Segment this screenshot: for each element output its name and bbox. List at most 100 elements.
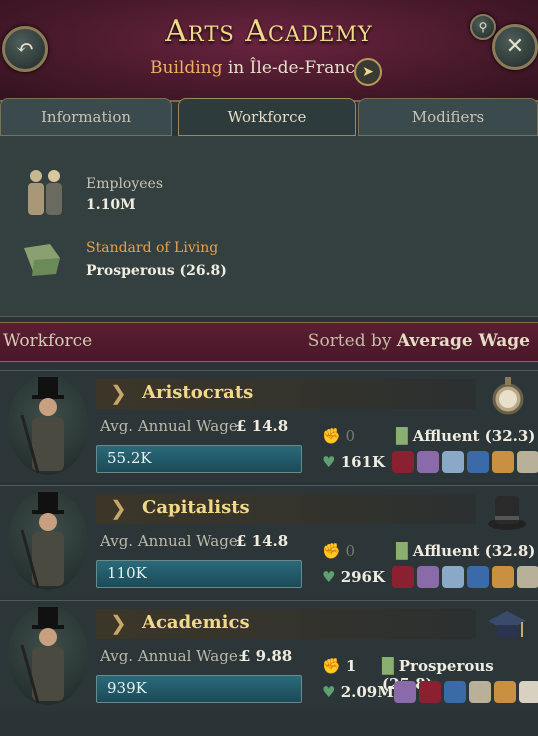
location-link[interactable]: Île-de-France	[250, 58, 365, 78]
pound-icon: £	[236, 532, 247, 550]
grocery-icon	[469, 681, 491, 703]
clothes-icon	[392, 566, 414, 588]
pop-sol-value: Affluent (32.8)	[412, 542, 536, 560]
building-type: Building	[150, 58, 223, 78]
grocery-icon	[517, 566, 538, 588]
pop-figure-icon	[20, 607, 64, 704]
academics-name-bar[interactable]: ❯ Academics	[96, 609, 476, 639]
go-to-location-button[interactable]: ➤	[354, 58, 382, 86]
tab-information[interactable]: Information	[0, 98, 172, 136]
loyalist-heart-icon: ♥	[322, 568, 336, 586]
employees-value: 1.10M	[86, 197, 136, 213]
arrow-right-icon: ➤	[362, 64, 374, 80]
loyalists-count: 296K	[340, 568, 386, 586]
pop-row-capitalists[interactable]: ❯ Capitalists Avg. Annual Wage: £ 14.8 1…	[0, 485, 538, 596]
fruit-icon	[492, 451, 514, 473]
pop-figure-icon	[20, 377, 64, 474]
loyalists: ♥ 161K	[322, 453, 385, 471]
pop-sol: █ Affluent (32.8)	[396, 542, 535, 560]
consumed-goods	[392, 451, 538, 473]
page-title: Arts Academy	[165, 14, 373, 49]
wage-value: £ 9.88	[240, 647, 293, 665]
wine-icon	[417, 566, 439, 588]
fruit-icon	[494, 681, 516, 703]
money-icon: █	[396, 427, 408, 445]
employees-icon	[28, 170, 62, 215]
tab-modifiers[interactable]: Modifiers	[358, 98, 538, 136]
radicals: ✊ 1	[322, 657, 356, 675]
pop-count: 55.2K	[107, 449, 152, 467]
clothes-icon	[392, 451, 414, 473]
wage-value: £ 14.8	[236, 417, 289, 435]
wage-label: Avg. Annual Wage:	[100, 532, 243, 550]
loyalists: ♥ 296K	[322, 568, 385, 586]
wage-label: Avg. Annual Wage:	[100, 417, 243, 435]
pop-count: 939K	[107, 679, 147, 697]
pop-count-bar: 110K	[96, 560, 302, 588]
workforce-header: Workforce Sorted by Average Wage	[0, 322, 538, 362]
tea-icon	[467, 451, 489, 473]
pop-name: Academics	[142, 612, 250, 633]
pound-icon: £	[240, 647, 251, 665]
capitalists-portrait	[8, 490, 88, 590]
clothes-icon	[419, 681, 441, 703]
consumed-goods	[394, 681, 538, 703]
chevron-right-icon: ❯	[110, 381, 127, 405]
grocery-icon	[517, 451, 538, 473]
consumed-goods	[392, 566, 538, 588]
pop-figure-icon	[20, 492, 64, 589]
pound-icon: £	[236, 417, 247, 435]
porcelain-icon	[442, 566, 464, 588]
tea-icon	[467, 566, 489, 588]
pop-count: 110K	[107, 564, 147, 582]
aristocrats-portrait	[8, 375, 88, 475]
radical-fist-icon: ✊	[322, 427, 341, 445]
fruit-icon	[492, 566, 514, 588]
top-hat-icon	[488, 496, 526, 530]
wine-icon	[417, 451, 439, 473]
employees-label: Employees	[86, 176, 164, 192]
radical-fist-icon: ✊	[322, 542, 341, 560]
standard-of-living-icon	[24, 244, 60, 276]
pop-sol: █ Affluent (32.3)	[396, 427, 535, 445]
money-icon: █	[396, 542, 408, 560]
wine-icon	[394, 681, 416, 703]
money-icon: █	[382, 657, 394, 675]
pop-name: Capitalists	[142, 497, 250, 518]
tab-workforce[interactable]: Workforce	[178, 98, 356, 136]
paper-icon	[519, 681, 538, 703]
aristocrats-name-bar[interactable]: ❯ Aristocrats	[96, 379, 476, 409]
pop-count-bar: 55.2K	[96, 445, 302, 473]
loyalists-count: 161K	[340, 453, 386, 471]
radicals-count: 1	[345, 657, 357, 675]
graduation-cap-icon	[488, 611, 526, 637]
pop-count-bar: 939K	[96, 675, 302, 703]
subtitle: Building in Île-de-France	[150, 58, 365, 78]
wage-label: Avg. Annual Wage:	[100, 647, 243, 665]
pop-name: Aristocrats	[142, 382, 254, 403]
loyalist-heart-icon: ♥	[322, 683, 336, 701]
academics-portrait	[8, 605, 88, 705]
pop-sol-value: Affluent (32.3)	[412, 427, 536, 445]
sorted-prefix: Sorted by	[307, 331, 392, 351]
porcelain-icon	[442, 451, 464, 473]
sort-value: Average Wage	[396, 331, 530, 351]
subtitle-in: in	[227, 58, 245, 78]
tea-icon	[444, 681, 466, 703]
sol-value: Prosperous (26.8)	[86, 263, 227, 279]
radical-fist-icon: ✊	[322, 657, 341, 675]
radicals: ✊ 0	[322, 542, 355, 560]
header: ↶ ⚲ ✕ Arts Academy Building in Île-de-Fr…	[0, 0, 538, 102]
pocket-watch-icon	[492, 377, 524, 415]
chevron-right-icon: ❯	[110, 611, 127, 635]
sort-control[interactable]: Sorted by Average Wage	[308, 331, 530, 351]
summary-panel: Employees 1.10M Standard of Living Prosp…	[0, 136, 538, 317]
radicals-count: 0	[345, 427, 356, 445]
pop-row-aristocrats[interactable]: ❯ Aristocrats Avg. Annual Wage: £ 14.8 5…	[0, 370, 538, 481]
chevron-right-icon: ❯	[110, 496, 127, 520]
pop-row-academics[interactable]: ❯ Academics Avg. Annual Wage: £ 9.88 939…	[0, 600, 538, 711]
sol-label: Standard of Living	[86, 240, 219, 256]
radicals-count: 0	[345, 542, 356, 560]
capitalists-name-bar[interactable]: ❯ Capitalists	[96, 494, 476, 524]
wage-value: £ 14.8	[236, 532, 289, 550]
